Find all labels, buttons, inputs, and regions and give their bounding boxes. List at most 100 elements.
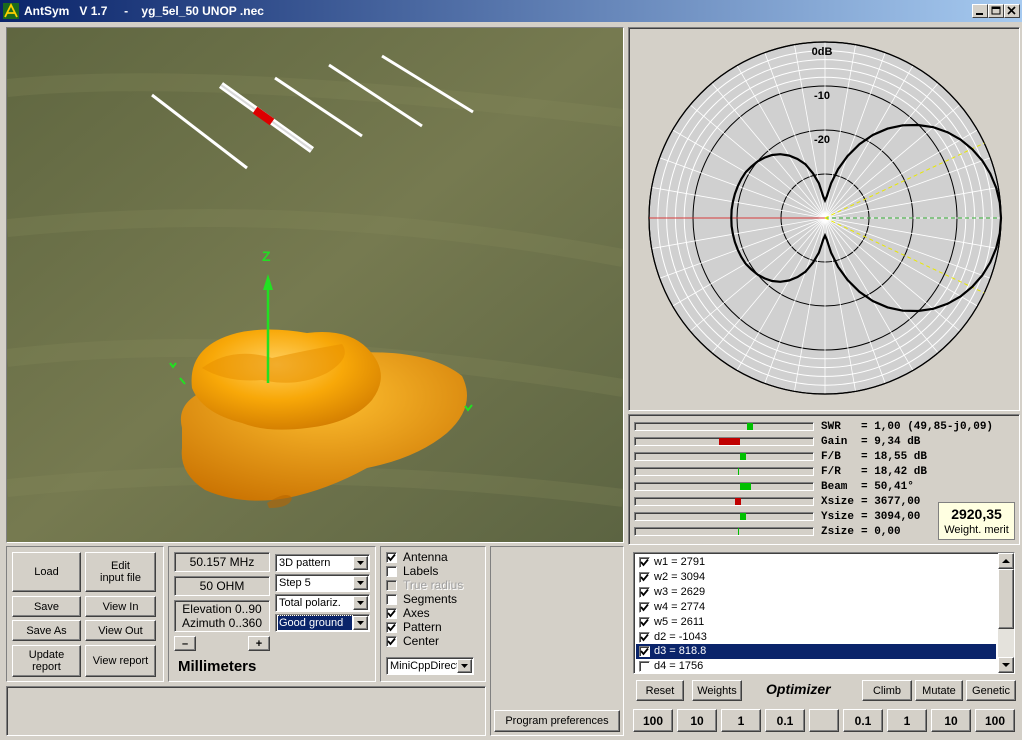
checkbox-box[interactable] xyxy=(386,580,397,591)
step-button-100[interactable]: 100 xyxy=(633,709,673,732)
item-checkbox[interactable] xyxy=(639,571,650,583)
frequency-field[interactable]: 50.157 MHz xyxy=(174,552,270,572)
title-bar: AntSym V 1.7 - yg_5el_50 UNOP .nec xyxy=(0,0,1022,22)
item-checkbox[interactable] xyxy=(639,586,650,598)
maximize-icon xyxy=(991,6,1001,15)
polarization-dropdown-button[interactable] xyxy=(353,596,368,610)
list-scrollbar[interactable] xyxy=(998,553,1014,673)
step-button-1[interactable]: 1 xyxy=(721,709,761,732)
3d-view[interactable]: Z xyxy=(6,27,624,543)
checkbox-axes[interactable]: Axes xyxy=(386,606,482,621)
status-area xyxy=(6,686,486,736)
edit-input-file-button[interactable]: Edit input file xyxy=(85,552,156,592)
step-button-0.1[interactable]: 0.1 xyxy=(765,709,805,732)
step-button-100[interactable]: 100 xyxy=(975,709,1015,732)
metric-meter xyxy=(634,527,814,536)
polarization-value: Total polariz. xyxy=(279,597,341,609)
optimizer-list-item[interactable]: d4 = 1756 xyxy=(636,659,996,674)
checkbox-antenna[interactable]: Antenna xyxy=(386,550,482,565)
checkbox-label: Segments xyxy=(403,592,458,606)
antsym-app-icon[interactable] xyxy=(3,3,19,19)
pattern-type-select[interactable]: 3D pattern xyxy=(275,554,370,572)
step-button-0.1[interactable]: 0.1 xyxy=(843,709,883,732)
scroll-down-button[interactable] xyxy=(998,657,1014,673)
step-dropdown-button[interactable] xyxy=(353,576,368,590)
item-checkbox[interactable] xyxy=(639,631,650,643)
checkbox-box[interactable] xyxy=(386,552,397,563)
engine-dropdown-button[interactable] xyxy=(457,659,472,673)
pattern-type-dropdown-button[interactable] xyxy=(353,556,368,570)
view-out-button[interactable]: View Out xyxy=(85,620,156,641)
polar-plot-panel[interactable]: 0dB -10 -20 xyxy=(628,27,1020,411)
item-checkbox[interactable] xyxy=(639,646,650,658)
engine-select[interactable]: MiniCppDirect xyxy=(386,657,474,675)
optimizer-list-item[interactable]: w5 = 2611 xyxy=(636,615,996,630)
ring-label: 0dB xyxy=(812,46,833,58)
step-button-10[interactable]: 10 xyxy=(931,709,971,732)
step-button-1[interactable]: 1 xyxy=(887,709,927,732)
update-report-button[interactable]: Update report xyxy=(12,645,81,677)
optimizer-variable-list[interactable]: w1 = 2791 w2 = 3094 w3 = 2629 w4 = 2774 w5 =… xyxy=(633,552,1015,674)
optimizer-list-item[interactable]: d2 = -1043 xyxy=(636,630,996,645)
checkbox-label: Labels xyxy=(403,564,439,578)
checkbox-center[interactable]: Center xyxy=(386,634,482,649)
meter-indicator xyxy=(740,483,751,490)
optimizer-list-item[interactable]: d3 = 818.8 xyxy=(636,644,996,660)
mutate-button[interactable]: Mutate xyxy=(915,680,963,701)
checkbox-segments[interactable]: Segments xyxy=(386,592,482,607)
item-checkbox[interactable] xyxy=(639,601,650,613)
save-button[interactable]: Save xyxy=(12,596,81,617)
step-select[interactable]: Step 5 xyxy=(275,574,370,592)
climb-button[interactable]: Climb xyxy=(862,680,912,701)
maximize-button[interactable] xyxy=(988,4,1004,18)
checkbox-true-radius[interactable]: True radius xyxy=(386,578,482,593)
close-icon xyxy=(1007,6,1016,15)
reset-button[interactable]: Reset xyxy=(636,680,684,701)
checkbox-box[interactable] xyxy=(386,566,397,577)
meter-indicator xyxy=(747,423,753,430)
checkbox-box[interactable] xyxy=(386,622,397,633)
load-button[interactable]: Load xyxy=(12,552,81,592)
optimizer-list-item[interactable]: w3 = 2629 xyxy=(636,585,996,600)
checkbox-label: True radius xyxy=(403,578,464,592)
optimizer-list-item[interactable]: w1 = 2791 xyxy=(636,555,996,570)
weights-button[interactable]: Weights xyxy=(692,680,742,701)
optimizer-list-item[interactable]: w4 = 2774 xyxy=(636,600,996,615)
ground-value: Good ground xyxy=(279,617,344,629)
increase-button[interactable]: + xyxy=(248,636,270,651)
item-checkbox[interactable] xyxy=(639,661,650,673)
metric-value: = 1,00 (49,85-j0,09) xyxy=(861,421,994,433)
item-label: w4 = 2774 xyxy=(654,600,706,613)
3d-scene: Z xyxy=(7,28,623,542)
ground-dropdown-button[interactable] xyxy=(353,616,368,630)
view-report-button[interactable]: View report xyxy=(85,645,156,677)
checkbox-box[interactable] xyxy=(386,636,397,647)
metric-label: SWR xyxy=(821,421,841,433)
scroll-thumb[interactable] xyxy=(998,569,1014,629)
ground-select[interactable]: Good ground xyxy=(275,614,370,632)
polarization-select[interactable]: Total polariz. xyxy=(275,594,370,612)
checkbox-pattern[interactable]: Pattern xyxy=(386,620,482,635)
optimizer-list-item[interactable]: w2 = 3094 xyxy=(636,570,996,585)
elevation-azimuth-field[interactable]: Elevation 0..90 Azimuth 0..360 xyxy=(174,600,270,632)
save-as-button[interactable]: Save As xyxy=(12,620,81,641)
checkbox-box[interactable] xyxy=(386,608,397,619)
metric-value: = 0,00 xyxy=(861,526,901,538)
checkmark-icon xyxy=(640,588,649,597)
meter-indicator xyxy=(738,468,739,475)
minimize-button[interactable] xyxy=(972,4,988,18)
item-checkbox[interactable] xyxy=(639,557,650,568)
genetic-button[interactable]: Genetic xyxy=(966,680,1016,701)
program-preferences-button[interactable]: Program preferences xyxy=(494,710,620,732)
decrease-button[interactable]: – xyxy=(174,636,196,651)
checkbox-box[interactable] xyxy=(386,594,397,605)
item-checkbox[interactable] xyxy=(639,616,650,628)
close-button[interactable] xyxy=(1004,4,1020,18)
view-in-button[interactable]: View In xyxy=(85,596,156,617)
checkbox-labels[interactable]: Labels xyxy=(386,564,482,579)
step-button-blank[interactable] xyxy=(809,709,839,732)
metric-value: = 9,34 dB xyxy=(861,436,921,448)
step-button-10[interactable]: 10 xyxy=(677,709,717,732)
scroll-up-button[interactable] xyxy=(998,553,1014,569)
impedance-field[interactable]: 50 OHM xyxy=(174,576,270,596)
